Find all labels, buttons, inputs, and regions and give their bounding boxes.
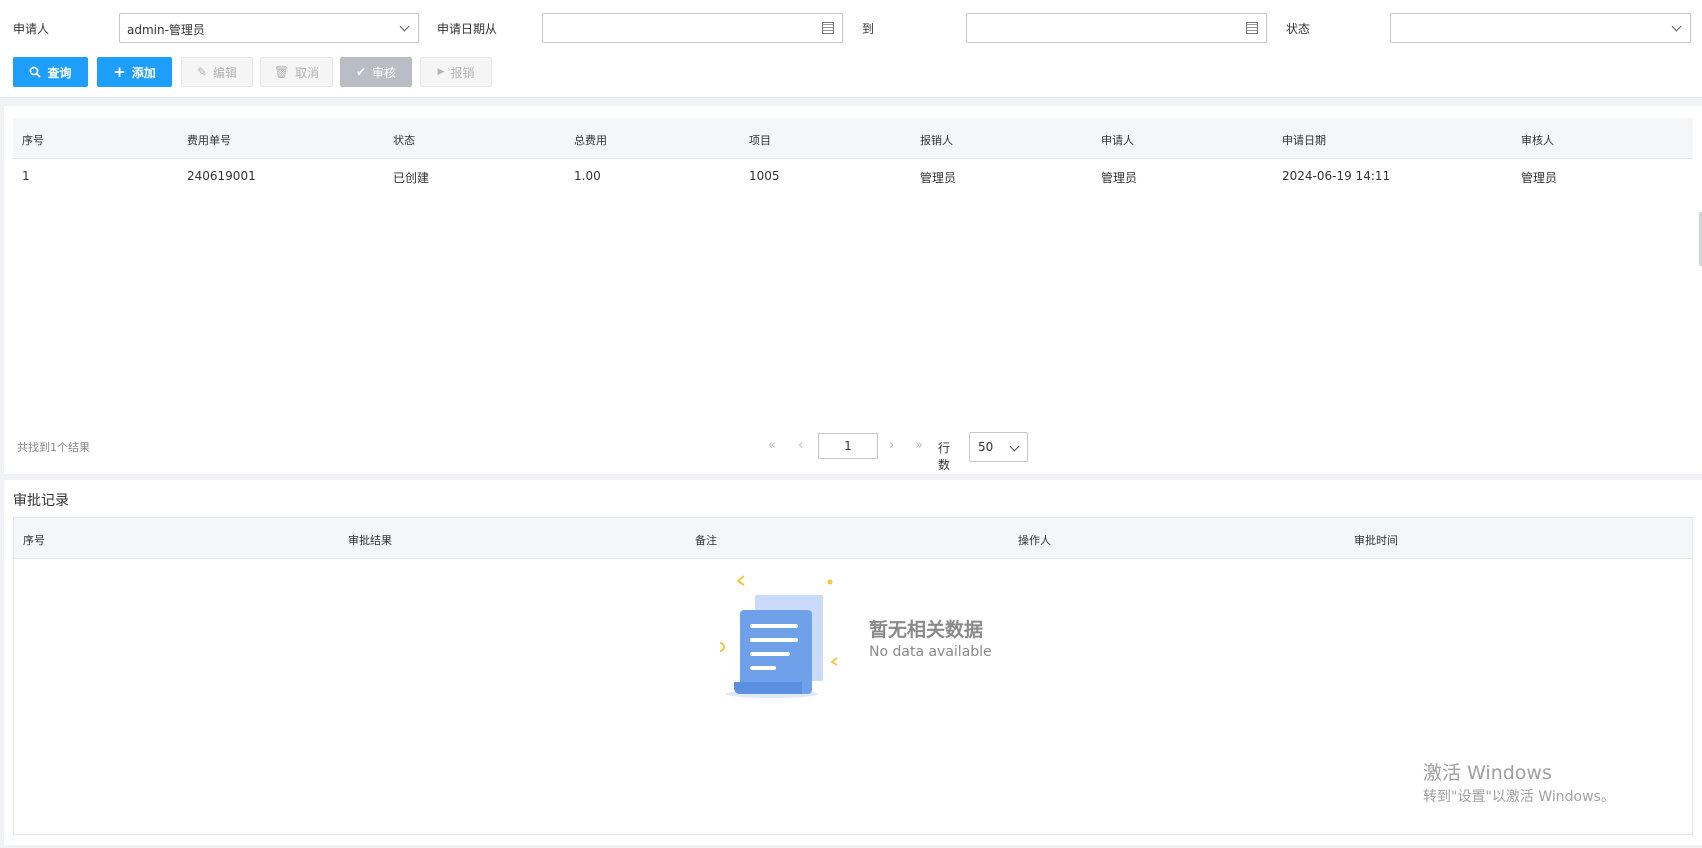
first-page-icon[interactable]: «: [768, 438, 776, 453]
chevron-down-icon: [1009, 441, 1020, 452]
column-header[interactable]: 申请日期: [1282, 132, 1326, 148]
approval-section-title: 审批记录: [13, 493, 69, 509]
query-button-label: 查询: [47, 65, 72, 80]
table-cell: 2024-06-19 14:11: [1282, 169, 1391, 183]
search-icon: [30, 66, 42, 78]
column-header[interactable]: 备注: [695, 532, 717, 548]
column-header[interactable]: 审批时间: [1354, 532, 1398, 548]
empty-state-illustration: [720, 575, 838, 698]
calendar-icon[interactable]: [1246, 22, 1258, 34]
add-button-label: 添加: [131, 65, 156, 80]
page-input[interactable]: 1: [818, 433, 878, 459]
edit-button-label: 编辑: [213, 65, 238, 80]
date-from-label: 申请日期从: [437, 22, 498, 36]
calendar-icon[interactable]: [822, 22, 834, 34]
column-header[interactable]: 序号: [23, 532, 45, 548]
last-page-icon[interactable]: »: [915, 438, 923, 453]
expense-list-panel: 序号 费用单号 状态 总费用 项目 报销人 申请人 申请日期 审核人 1 240…: [4, 106, 1702, 474]
check-icon: ✔: [355, 65, 367, 79]
table-cell: 240619001: [187, 169, 256, 183]
edit-icon: ✎: [196, 65, 208, 79]
date-to-input[interactable]: [966, 13, 1267, 43]
column-header[interactable]: 费用单号: [187, 132, 231, 148]
activation-watermark-title: 激活 Windows: [1423, 762, 1552, 784]
audit-button[interactable]: ✔ 审核: [340, 57, 412, 87]
applicant-label: 申请人: [13, 22, 50, 36]
date-to-label: 到: [862, 22, 875, 36]
table-cell: 1.00: [574, 169, 601, 183]
column-header[interactable]: 申请人: [1101, 132, 1134, 148]
reimburse-button-label: 报销: [450, 65, 475, 80]
cancel-button-label: 取消: [295, 65, 320, 80]
column-header[interactable]: 项目: [749, 132, 771, 148]
status-label: 状态: [1286, 22, 1311, 36]
status-select[interactable]: [1390, 13, 1691, 43]
empty-state-subtitle: No data available: [869, 644, 992, 660]
applicant-select[interactable]: admin-管理员: [119, 13, 419, 43]
rows-per-page-label: 行数: [938, 441, 951, 472]
applicant-select-value: admin-管理员: [127, 23, 205, 37]
result-summary: 共找到1个结果: [17, 441, 90, 454]
rows-per-page-select[interactable]: 50: [969, 432, 1028, 462]
play-icon: ▶: [437, 66, 445, 77]
table-cell: 1: [22, 169, 30, 183]
plus-icon: +: [113, 62, 126, 81]
column-header[interactable]: 报销人: [920, 132, 953, 148]
column-header[interactable]: 序号: [22, 132, 44, 148]
empty-state-title: 暂无相关数据: [869, 619, 984, 641]
column-header[interactable]: 总费用: [574, 132, 607, 148]
table-cell: 1005: [749, 169, 780, 183]
audit-button-label: 审核: [372, 65, 397, 80]
filter-panel: 申请人 admin-管理员 申请日期从 到 状态 查询 + 添加 ✎ 编辑 🗑 …: [0, 0, 1702, 98]
table-cell: 已创建: [393, 171, 430, 185]
table-cell: 管理员: [920, 171, 957, 185]
expense-table-header: 序号 费用单号 状态 总费用 项目 报销人 申请人 申请日期 审核人: [13, 118, 1693, 159]
trash-icon: 🗑: [273, 65, 290, 79]
edit-button[interactable]: ✎ 编辑: [181, 57, 253, 87]
table-row[interactable]: 1 240619001 已创建 1.00 1005 管理员 管理员 2024-0…: [13, 159, 1693, 191]
chevron-down-icon: [399, 21, 410, 32]
prev-page-icon[interactable]: ‹: [798, 438, 803, 453]
date-from-input[interactable]: [542, 13, 843, 43]
query-button[interactable]: 查询: [13, 57, 88, 87]
activation-watermark-subtitle: 转到"设置"以激活 Windows。: [1423, 789, 1615, 805]
column-header[interactable]: 审核人: [1521, 132, 1554, 148]
column-header[interactable]: 状态: [393, 132, 415, 148]
chevron-down-icon: [1671, 21, 1682, 32]
next-page-icon[interactable]: ›: [889, 438, 894, 453]
table-cell: 管理员: [1101, 171, 1138, 185]
rows-per-page-value: 50: [978, 440, 994, 454]
cancel-button[interactable]: 🗑 取消: [260, 57, 333, 87]
column-header[interactable]: 审批结果: [348, 532, 392, 548]
reimburse-button[interactable]: ▶ 报销: [420, 57, 492, 87]
table-cell: 管理员: [1521, 171, 1558, 185]
approval-table-header: 序号 审批结果 备注 操作人 审批时间: [14, 518, 1692, 559]
column-header[interactable]: 操作人: [1018, 532, 1051, 548]
add-button[interactable]: + 添加: [97, 57, 172, 87]
